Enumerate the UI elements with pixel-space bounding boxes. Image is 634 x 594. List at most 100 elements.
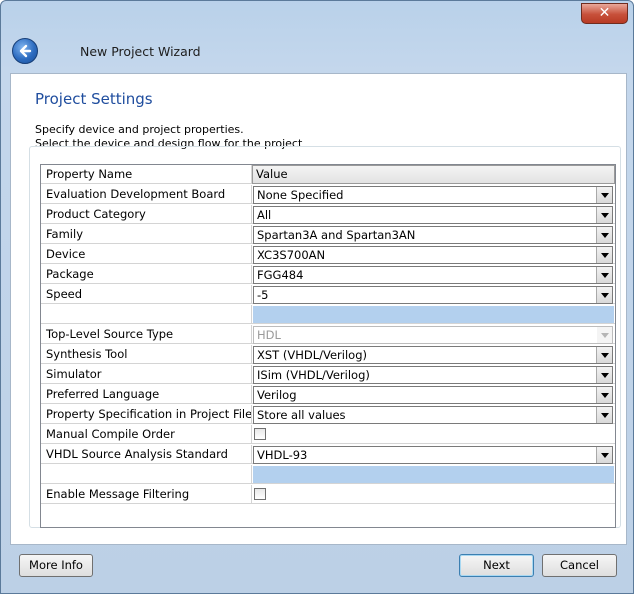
property-name: Device [41, 245, 252, 264]
property-value-dropdown[interactable]: ISim (VHDL/Verilog) [253, 366, 613, 384]
dropdown-value: Spartan3A and Spartan3AN [257, 228, 416, 242]
property-row: Package FGG484 [41, 265, 615, 285]
chevron-down-icon[interactable] [596, 387, 612, 403]
chevron-down-icon[interactable] [596, 227, 612, 243]
dropdown-value: XC3S700AN [257, 248, 326, 262]
property-row: Evaluation Development Board None Specifi… [41, 185, 615, 205]
property-value-cell: ISim (VHDL/Verilog) [252, 365, 615, 384]
property-name: Enable Message Filtering [41, 485, 252, 504]
chevron-down-icon[interactable] [596, 347, 612, 363]
dropdown-value: Verilog [257, 388, 297, 402]
property-value-cell [252, 425, 615, 444]
property-value-checkbox[interactable] [254, 488, 266, 500]
property-value-dropdown[interactable]: Store all values [253, 406, 613, 424]
property-row: Top-Level Source Type HDL [41, 325, 615, 345]
dropdown-value: FGG484 [257, 268, 304, 282]
cancel-button[interactable]: Cancel [542, 554, 617, 577]
property-value-cell: None Specified [252, 185, 615, 204]
property-name: Preferred Language [41, 385, 252, 404]
property-value-cell: Spartan3A and Spartan3AN [252, 225, 615, 244]
property-value-cell: -5 [252, 285, 615, 304]
dropdown-value: ISim (VHDL/Verilog) [257, 368, 370, 382]
property-row: Product Category All [41, 205, 615, 225]
cancel-label: Cancel [560, 558, 599, 572]
property-name: Speed [41, 285, 252, 304]
property-name: Product Category [41, 205, 252, 224]
property-name [41, 465, 252, 484]
chevron-down-icon [597, 327, 612, 343]
property-name: Package [41, 265, 252, 284]
property-name: Property Specification in Project File [41, 405, 252, 424]
property-value-cell: All [252, 205, 615, 224]
back-button[interactable] [12, 38, 38, 64]
property-name: Family [41, 225, 252, 244]
property-grid: Property Name Value Evaluation Developme… [40, 164, 616, 528]
dropdown-value: Store all values [257, 408, 346, 422]
property-name: Evaluation Development Board [41, 185, 252, 204]
property-value-dropdown: HDL [253, 326, 613, 344]
property-name [41, 305, 252, 324]
property-row: Enable Message Filtering [41, 485, 615, 505]
property-value-cell: FGG484 [252, 265, 615, 284]
property-value-cell: Store all values [252, 405, 615, 424]
separator-row-fill [253, 306, 614, 323]
more-info-button[interactable]: More Info [19, 554, 93, 577]
wizard-content-panel: Project Settings Specify device and proj… [10, 73, 627, 545]
more-info-label: More Info [29, 558, 83, 572]
property-value-checkbox[interactable] [254, 428, 266, 440]
property-row: Family Spartan3A and Spartan3AN [41, 225, 615, 245]
chevron-down-icon[interactable] [596, 187, 612, 203]
property-value-dropdown[interactable]: VHDL-93 [253, 446, 613, 464]
property-value-dropdown[interactable]: FGG484 [253, 266, 613, 284]
chevron-down-icon[interactable] [596, 367, 612, 383]
property-value-cell [252, 305, 615, 324]
property-value-cell [252, 485, 615, 504]
dropdown-value: -5 [257, 288, 269, 302]
property-value-cell [252, 465, 615, 484]
property-name: Top-Level Source Type [41, 325, 252, 344]
close-button[interactable]: ✕ [581, 3, 628, 24]
property-value-cell: XC3S700AN [252, 245, 615, 264]
property-row: Preferred Language Verilog [41, 385, 615, 405]
chevron-down-icon[interactable] [596, 247, 612, 263]
page-title: Project Settings [35, 90, 153, 108]
property-value-cell: HDL [252, 325, 615, 344]
property-row: Synthesis Tool XST (VHDL/Verilog) [41, 345, 615, 365]
property-value-dropdown[interactable]: Verilog [253, 386, 613, 404]
property-row: Property Specification in Project File St… [41, 405, 615, 425]
chevron-down-icon[interactable] [596, 287, 612, 303]
dropdown-value: All [257, 208, 272, 222]
property-row: Speed -5 [41, 285, 615, 305]
chevron-down-icon[interactable] [596, 407, 612, 423]
next-button[interactable]: Next [459, 554, 534, 577]
property-value-dropdown[interactable]: -5 [253, 286, 613, 304]
back-arrow-icon [19, 44, 32, 58]
property-name: Synthesis Tool [41, 345, 252, 364]
property-row: Manual Compile Order [41, 425, 615, 445]
page-description: Specify device and project properties. [35, 123, 244, 136]
dropdown-value: HDL [257, 328, 281, 342]
property-value-dropdown[interactable]: None Specified [253, 186, 613, 204]
property-value-cell: VHDL-93 [252, 445, 615, 464]
property-value-dropdown[interactable]: All [253, 206, 613, 224]
column-header-property-name: Property Name [41, 165, 252, 184]
grid-header-row: Property Name Value [41, 165, 615, 185]
window-title: New Project Wizard [80, 44, 201, 59]
chevron-down-icon[interactable] [596, 447, 612, 463]
chevron-down-icon[interactable] [596, 267, 612, 283]
property-row: VHDL Source Analysis Standard VHDL-93 [41, 445, 615, 465]
dropdown-value: None Specified [257, 188, 344, 202]
property-row: Simulator ISim (VHDL/Verilog) [41, 365, 615, 385]
property-row: Device XC3S700AN [41, 245, 615, 265]
property-name: Manual Compile Order [41, 425, 252, 444]
chevron-down-icon[interactable] [596, 207, 612, 223]
property-value-dropdown[interactable]: XC3S700AN [253, 246, 613, 264]
wizard-window: ✕ New Project Wizard Project Settings Sp… [0, 0, 634, 594]
property-name: VHDL Source Analysis Standard [41, 445, 252, 464]
property-value-dropdown[interactable]: Spartan3A and Spartan3AN [253, 226, 613, 244]
dropdown-value: XST (VHDL/Verilog) [257, 348, 367, 362]
property-value-cell: Verilog [252, 385, 615, 404]
property-value-cell: XST (VHDL/Verilog) [252, 345, 615, 364]
property-value-dropdown[interactable]: XST (VHDL/Verilog) [253, 346, 613, 364]
property-row [41, 465, 615, 485]
